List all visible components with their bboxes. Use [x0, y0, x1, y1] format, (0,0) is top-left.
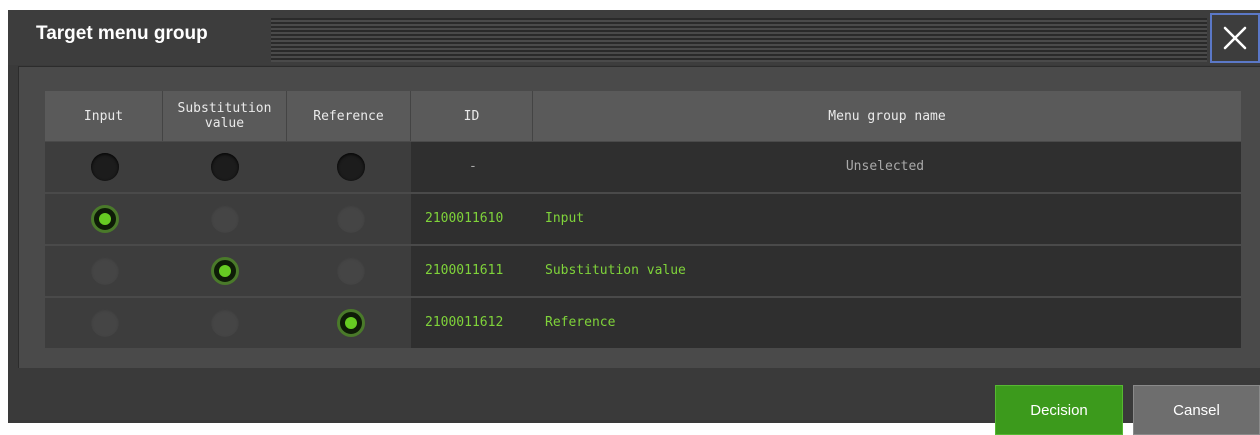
row-data: 2100011610 Input — [411, 194, 1241, 244]
row-data: 2100011611 Substitution value — [411, 246, 1241, 296]
column-header-substitution-value: Substitution value — [163, 91, 287, 141]
table-row: 2100011611 Substitution value — [45, 246, 1241, 296]
close-button[interactable] — [1210, 13, 1260, 63]
radio-cells — [45, 246, 411, 296]
row-id: 2100011611 — [425, 263, 504, 278]
radio-input-disabled — [91, 309, 119, 337]
column-header-id: ID — [411, 91, 533, 141]
radio-cells — [45, 298, 411, 348]
title-bar-decoration — [271, 18, 1207, 62]
radio-input-disabled — [91, 257, 119, 285]
dialog-title: Target menu group — [36, 23, 208, 44]
table-header: Input Substitution value Reference ID Me… — [45, 91, 1241, 141]
column-header-input: Input — [45, 91, 163, 141]
row-menu-group-name: Unselected — [845, 159, 925, 174]
row-menu-group-name: Reference — [545, 315, 616, 330]
radio-reference-disabled — [337, 257, 365, 285]
row-data: - Unselected — [411, 142, 1241, 192]
row-data: 2100011612 Reference — [411, 298, 1241, 348]
target-menu-group-dialog: Target menu group Input Substitution val… — [8, 10, 1260, 435]
radio-cells — [45, 142, 411, 192]
radio-substitution-value-disabled — [211, 309, 239, 337]
radio-substitution-value-disabled — [211, 205, 239, 233]
table-row: - Unselected — [45, 142, 1241, 192]
radio-substitution-value[interactable] — [211, 153, 239, 181]
radio-input[interactable] — [91, 153, 119, 181]
title-bar: Target menu group — [8, 10, 1260, 65]
row-menu-group-name: Substitution value — [545, 263, 686, 278]
radio-substitution-value-selected[interactable] — [211, 257, 239, 285]
radio-cells — [45, 194, 411, 244]
dialog-footer: Decision Cansel — [8, 368, 1260, 435]
column-header-reference: Reference — [287, 91, 411, 141]
row-id: 2100011610 — [425, 211, 504, 226]
content-area: Input Substitution value Reference ID Me… — [18, 66, 1260, 368]
close-icon — [1223, 26, 1247, 50]
row-menu-group-name: Input — [545, 211, 585, 226]
column-header-menu-group-name: Menu group name — [533, 91, 1241, 141]
radio-reference[interactable] — [337, 153, 365, 181]
cancel-button[interactable]: Cansel — [1133, 385, 1260, 435]
radio-input-selected[interactable] — [91, 205, 119, 233]
table-row: 2100011612 Reference — [45, 298, 1241, 348]
decision-button[interactable]: Decision — [995, 385, 1123, 435]
radio-reference-selected[interactable] — [337, 309, 365, 337]
row-id: 2100011612 — [425, 315, 504, 330]
table-row: 2100011610 Input — [45, 194, 1241, 244]
radio-reference-disabled — [337, 205, 365, 233]
